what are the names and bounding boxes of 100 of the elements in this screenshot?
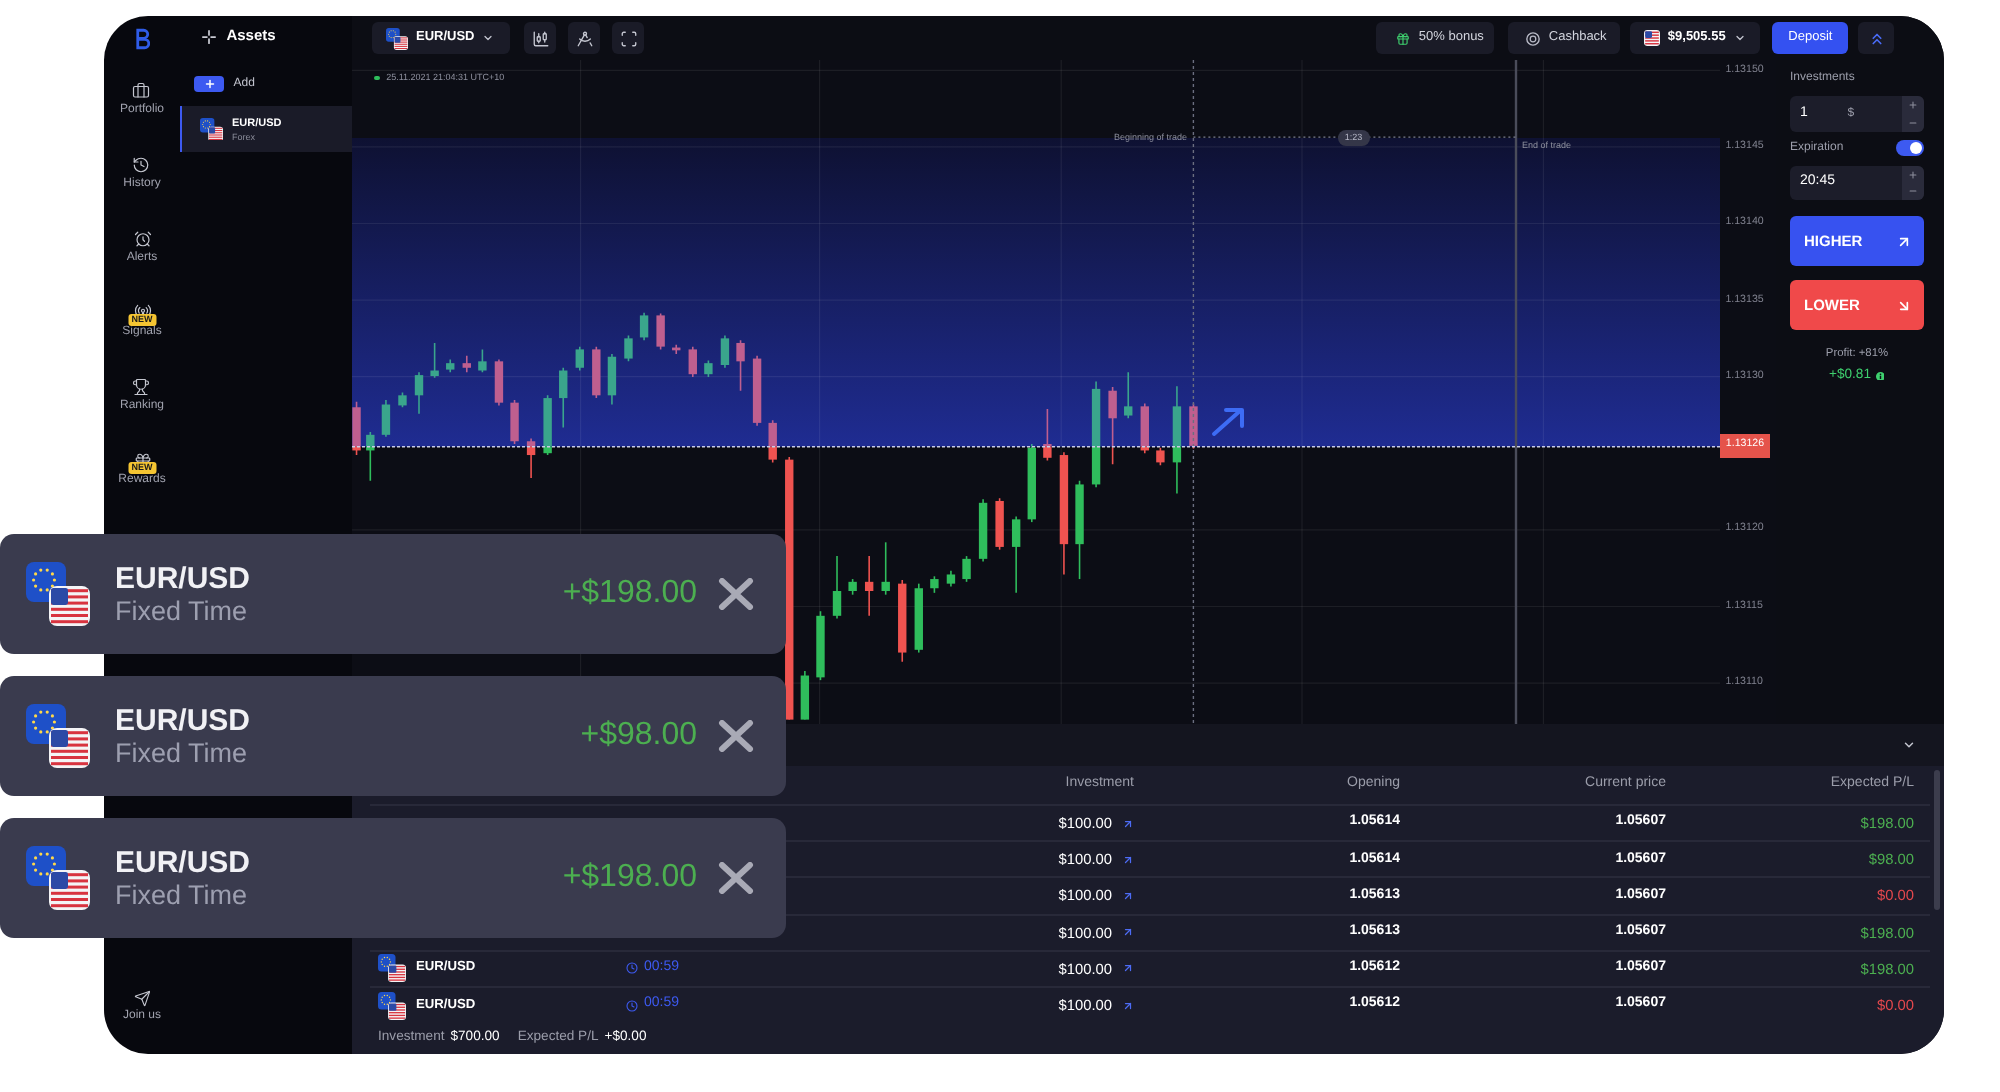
crosshair-icon <box>201 29 216 43</box>
candle <box>914 582 923 654</box>
candle <box>543 394 552 456</box>
plus-icon <box>1908 169 1918 180</box>
plus-icon <box>194 75 225 92</box>
arrow-up-right-icon <box>1122 962 1134 975</box>
collapse-button[interactable] <box>1902 738 1916 752</box>
candle <box>672 344 681 355</box>
candle <box>962 555 971 583</box>
eu-us-flags-icon <box>26 562 90 626</box>
scrollbar[interactable] <box>1934 770 1940 910</box>
candle <box>752 355 762 427</box>
candle <box>1075 479 1084 580</box>
profit-amount: +$198.00 <box>562 858 697 898</box>
candle <box>1189 402 1198 450</box>
candle <box>1011 515 1021 594</box>
candle <box>1124 371 1133 420</box>
candle <box>704 359 713 378</box>
clock-icon <box>626 999 638 1012</box>
candle <box>864 555 874 617</box>
candle <box>816 610 825 681</box>
gift-icon <box>1395 31 1410 45</box>
notification-title: EUR/USD <box>115 561 251 595</box>
candle <box>720 334 730 369</box>
close-icon <box>718 578 754 610</box>
eu-us-flags-icon <box>200 117 223 141</box>
candle <box>881 541 890 596</box>
eu-us-flags-icon <box>378 991 406 1020</box>
eu-us-flags-icon <box>386 27 408 49</box>
chevron-down-icon <box>1902 738 1916 752</box>
indicators-button[interactable] <box>612 22 644 54</box>
eu-us-flags-icon <box>26 846 90 910</box>
candle <box>624 334 633 363</box>
expiration-toggle[interactable] <box>1896 140 1924 156</box>
clock-icon <box>626 962 638 975</box>
candle <box>607 353 617 406</box>
notification-title: EUR/USD <box>115 845 251 879</box>
plus-icon <box>1908 100 1918 110</box>
arrow-down-right-icon <box>1896 297 1912 313</box>
candle <box>995 497 1004 551</box>
us-flag-icon <box>1643 30 1660 46</box>
candle <box>414 371 424 415</box>
candle <box>1027 443 1036 523</box>
notification-subtitle: Fixed Time <box>115 595 250 627</box>
candle <box>446 358 455 374</box>
close-icon <box>718 720 754 752</box>
candle <box>559 366 568 429</box>
candle <box>656 312 665 351</box>
chart-type-button[interactable] <box>524 22 556 54</box>
coin-icon <box>1525 31 1540 45</box>
candle <box>592 345 601 399</box>
candle <box>1108 386 1117 466</box>
alarm-clock-icon <box>133 230 151 249</box>
candle <box>898 579 907 663</box>
drawing-tools-button[interactable] <box>568 22 600 54</box>
compass-icon <box>575 29 593 47</box>
info-icon <box>1875 371 1885 381</box>
minus-icon <box>1908 186 1918 197</box>
arrow-up-right-icon <box>1122 817 1134 830</box>
close-button[interactable] <box>718 578 754 610</box>
scan-icon <box>619 29 637 47</box>
close-button[interactable] <box>718 862 754 894</box>
candle <box>352 400 361 456</box>
candle <box>832 555 842 620</box>
arrow-up-right-icon <box>1896 233 1912 249</box>
candle <box>1091 380 1101 488</box>
paper-plane-icon <box>133 990 151 1007</box>
candle <box>575 345 584 372</box>
candle <box>930 575 939 594</box>
candlestick-icon <box>531 29 549 47</box>
candle <box>1172 385 1182 495</box>
arrow-up-right-icon <box>1122 889 1134 902</box>
profit-amount: +$198.00 <box>562 574 697 614</box>
close-button[interactable] <box>718 720 754 752</box>
trend-arrow-icon <box>1212 408 1244 436</box>
candle <box>526 437 536 479</box>
chevron-down-icon <box>482 32 495 44</box>
logo-icon <box>135 27 149 49</box>
candle <box>639 311 649 341</box>
candle <box>800 670 810 721</box>
eu-us-flags-icon <box>378 954 406 983</box>
notification-title: EUR/USD <box>115 703 251 737</box>
candle <box>462 355 471 374</box>
arrow-up-right-icon <box>1122 999 1134 1012</box>
double-chevron-up-icon <box>1867 29 1885 47</box>
candle <box>381 399 391 438</box>
arrow-up-right-icon <box>1122 926 1134 939</box>
candle <box>430 342 439 379</box>
candle <box>1140 402 1149 454</box>
history-icon <box>132 156 151 175</box>
briefcase-icon <box>132 82 151 100</box>
notification-subtitle: Fixed Time <box>115 737 250 769</box>
candle <box>1156 446 1165 466</box>
candle <box>768 419 777 464</box>
candle <box>510 399 519 445</box>
trophy-icon <box>132 378 151 397</box>
candle <box>736 339 745 392</box>
close-icon <box>718 862 754 894</box>
menu-button[interactable] <box>1858 22 1894 54</box>
eu-us-flags-icon <box>26 704 90 768</box>
